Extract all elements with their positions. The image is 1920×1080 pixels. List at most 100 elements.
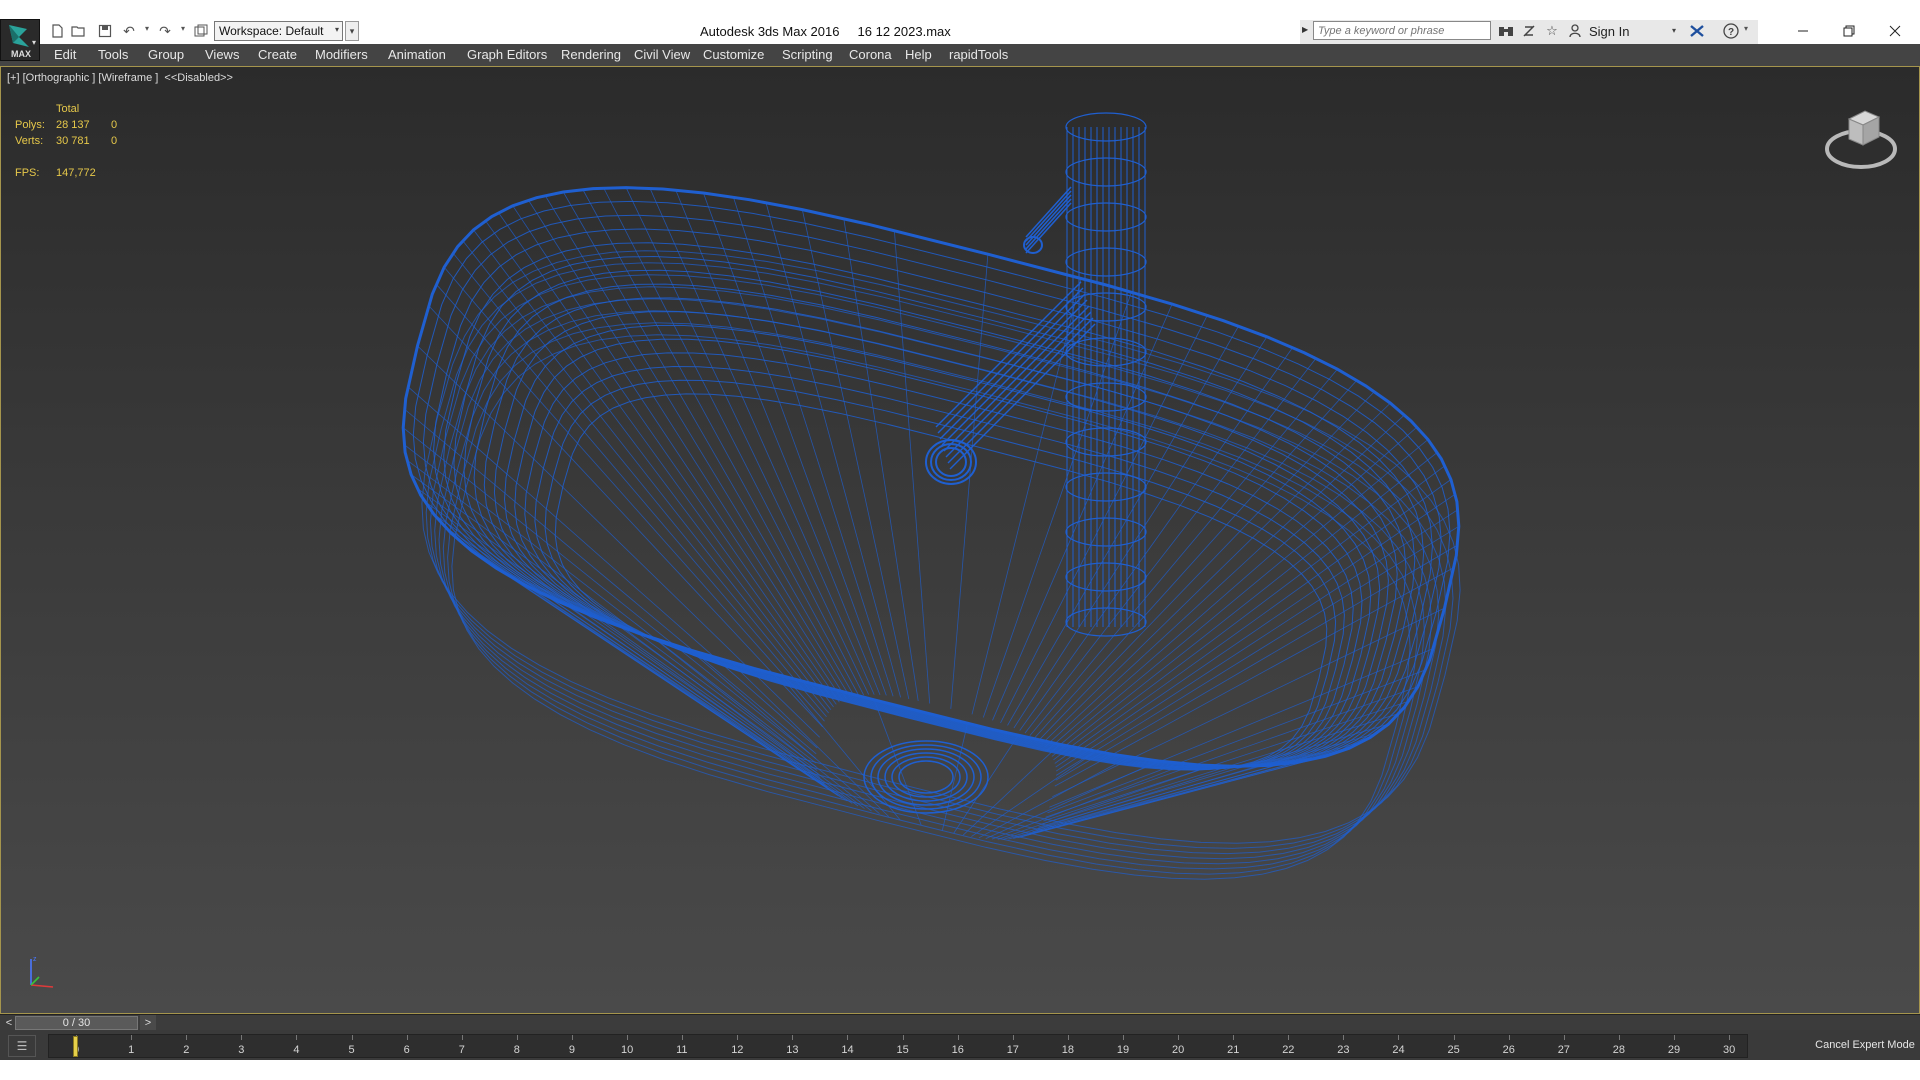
time-slider[interactable]: < 0 / 30 > (0, 1014, 1920, 1031)
expand-search-icon[interactable]: ▶ (1302, 25, 1308, 34)
ruler-tick (296, 1035, 298, 1040)
menu-scripting[interactable]: Scripting (782, 47, 833, 62)
workspace-dropdown[interactable]: Workspace: Default ▾ (214, 21, 343, 41)
app-window: MAX ▾ ↶ ▾ ↷ ▾ Workspace: Default ▾ ▾ Aut… (0, 0, 1920, 1080)
sink-contour-line (514, 338, 1363, 770)
ruler-tick-label: 7 (458, 1044, 465, 1056)
verts-label: Verts: (15, 135, 44, 147)
viewport-label-menu[interactable]: [+] [Orthographic ] [Wireframe ] <<Disab… (7, 72, 233, 84)
ruler-tick-label: 19 (1116, 1044, 1130, 1056)
faucet-body-ring (1065, 472, 1147, 502)
ruler-tick (1618, 1035, 1620, 1040)
polys-total: 28 137 (56, 119, 90, 131)
sink-radial-line (1024, 358, 1317, 734)
application-button[interactable]: MAX ▾ (0, 19, 40, 61)
time-slider-thumb[interactable]: 0 / 30 (15, 1016, 138, 1030)
current-frame-marker[interactable] (73, 1036, 78, 1057)
sink-radial-line (1055, 509, 1459, 772)
ruler-tick (1343, 1035, 1345, 1040)
new-file-icon[interactable] (48, 22, 66, 40)
menu-bar: Edit Tools Group Views Create Modifiers … (0, 44, 1920, 67)
menu-help[interactable]: Help (905, 47, 932, 62)
ruler-tick (406, 1035, 408, 1040)
sink-contour-line (493, 311, 1381, 769)
sink-radial-line (1053, 465, 1446, 761)
ruler-tick (1508, 1035, 1510, 1040)
ruler-tick-label: 18 (1061, 1044, 1075, 1056)
save-file-icon[interactable] (96, 22, 114, 40)
menu-modifiers[interactable]: Modifiers (315, 47, 368, 62)
sign-in-button[interactable]: Sign In (1589, 24, 1629, 39)
sink-radial-line (1037, 391, 1375, 742)
sink-contour-line (412, 200, 1451, 768)
menu-corona[interactable]: Corona (849, 47, 892, 62)
menu-civil-view[interactable]: Civil View (634, 47, 690, 62)
sink-radial-line (1040, 713, 1400, 825)
menu-views[interactable]: Views (205, 47, 239, 62)
ruler-tick-label: 13 (786, 1044, 799, 1056)
window-title: Autodesk 3ds Max 2016 16 12 2023.max (700, 24, 951, 39)
faucet-body-ring (1065, 112, 1147, 142)
menu-group[interactable]: Group (148, 47, 184, 62)
frame-ruler[interactable]: 0123456789101112131415161718192021222324… (48, 1034, 1748, 1058)
cancel-expert-mode-button[interactable]: Cancel Expert Mode (1810, 1031, 1920, 1059)
ruler-tick-label: 25 (1447, 1044, 1460, 1056)
ruler-tick-label: 30 (1723, 1044, 1736, 1056)
polys-label: Polys: (15, 119, 45, 131)
redo-icon[interactable]: ↷ (156, 22, 174, 40)
undo-icon[interactable]: ↶ (120, 22, 138, 40)
sink-radial-line (410, 474, 818, 771)
menu-rendering[interactable]: Rendering (561, 47, 621, 62)
ruler-tick-label: 26 (1502, 1044, 1515, 1056)
exchange-apps-icon[interactable] (1688, 22, 1706, 40)
undo-dropdown-icon[interactable]: ▾ (145, 24, 149, 33)
ruler-tick (1288, 1035, 1290, 1040)
menu-edit[interactable]: Edit (54, 47, 76, 62)
chevron-down-icon[interactable]: ▾ (1672, 26, 1676, 35)
ruler-tick-label: 2 (183, 1044, 190, 1056)
help-dropdown-icon[interactable]: ▾ (1744, 24, 1748, 33)
restore-button[interactable] (1826, 18, 1872, 44)
menu-rapidtools[interactable]: rapidTools (949, 47, 1008, 62)
menu-create[interactable]: Create (258, 47, 297, 62)
favorites-star-icon[interactable]: ☆ (1543, 22, 1561, 40)
stats-header: Total (56, 103, 80, 115)
viewcube-icon[interactable] (1821, 97, 1901, 177)
menu-customize[interactable]: Customize (703, 47, 764, 62)
project-folder-icon[interactable] (192, 22, 210, 40)
fps-value: 147,772 (56, 167, 96, 179)
menu-animation[interactable]: Animation (388, 47, 446, 62)
sink-radial-line (1047, 669, 1426, 814)
sink-radial-line (654, 638, 872, 812)
perspective-viewport[interactable]: [+] [Orthographic ] [Wireframe ] <<Disab… (0, 66, 1920, 1014)
binoculars-search-icon[interactable] (1497, 22, 1515, 40)
time-slider-prev-button[interactable]: < (2, 1015, 16, 1031)
menu-tools[interactable]: Tools (98, 47, 128, 62)
redo-dropdown-icon[interactable]: ▾ (181, 24, 185, 33)
customize-quick-access-button[interactable]: ▾ (345, 21, 359, 41)
sink-radial-line (703, 192, 887, 696)
ruler-tick (351, 1035, 353, 1040)
help-icon[interactable]: ? (1722, 22, 1740, 40)
user-icon[interactable] (1566, 22, 1584, 40)
sink-radial-line (457, 538, 828, 788)
time-slider-next-button[interactable]: > (140, 1015, 156, 1031)
title-bar: MAX ▾ ↶ ▾ ↷ ▾ Workspace: Default ▾ ▾ Aut… (0, 0, 1920, 61)
search-input[interactable] (1313, 21, 1491, 40)
ruler-tick (902, 1035, 904, 1040)
ruler-tick-label: 8 (513, 1044, 520, 1056)
minimize-button[interactable] (1780, 18, 1826, 44)
sink-radial-line (402, 427, 817, 759)
status-bar (0, 1060, 1920, 1080)
menu-graph-editors[interactable]: Graph Editors (467, 47, 547, 62)
ruler-tick-label: 12 (731, 1044, 744, 1056)
open-mini-curve-editor-icon[interactable]: ☰ (8, 1035, 36, 1057)
faucet-body-ring (1065, 157, 1147, 187)
subscription-center-icon[interactable] (1520, 22, 1538, 40)
workspace-label: Workspace: Default (219, 24, 324, 38)
close-button[interactable] (1872, 18, 1918, 44)
svg-text:z: z (33, 956, 37, 963)
drain-ring (898, 760, 954, 794)
open-file-icon[interactable] (70, 22, 88, 40)
ruler-tick-label: 23 (1337, 1044, 1350, 1056)
